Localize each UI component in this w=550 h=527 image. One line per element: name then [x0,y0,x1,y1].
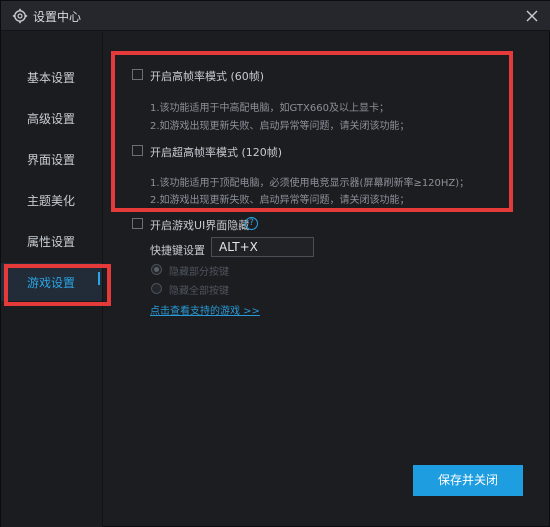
close-icon[interactable] [520,4,544,28]
sidebar-item-label: 属性设置 [27,235,76,249]
save-and-close-button[interactable]: 保存并关闭 [413,465,523,496]
high-fps-note-2: 2.如游戏出现更新失败、启动异常等问题，请关闭该功能； [150,121,410,132]
supported-games-link[interactable]: 点击查看支持的游戏 >> [150,302,260,317]
hide-ui-checkbox[interactable] [132,218,143,229]
settings-gear-icon [12,8,28,24]
sidebar-item-label: 高级设置 [27,112,76,126]
high-fps-label: 开启高帧率模式 (60帧) [150,70,265,83]
sidebar-item-theme[interactable]: 主题美化 [1,181,102,219]
hide-partial-label: 隐藏部分按键 [169,267,229,278]
ultra-fps-checkbox[interactable] [132,145,143,156]
ultra-fps-label: 开启超高帧率模式 (120帧) [150,146,283,159]
active-indicator [98,272,100,285]
sidebar-item-label: 主题美化 [27,194,76,208]
ultra-fps-note-1: 1.该功能适用于顶配电脑，必须使用电竞显示器(屏幕刷新率≥120HZ)； [150,178,470,189]
hotkey-input[interactable]: ALT+X [211,237,314,257]
sidebar-item-basic[interactable]: 基本设置 [1,58,102,96]
hide-all-label: 隐藏全部按键 [169,286,229,297]
settings-window: 设置中心 基本设置 高级设置 界面设置 主题美化 属性设置 游戏设置 开启高帧率… [0,0,550,527]
sidebar-item-properties[interactable]: 属性设置 [1,222,102,260]
hide-partial-radio[interactable] [151,264,162,275]
high-fps-note-1: 1.该功能适用于中高配电脑，如GTX660及以上显卡； [150,103,389,114]
window-title: 设置中心 [33,10,82,24]
title-bar: 设置中心 [1,1,550,31]
help-icon[interactable]: ? [245,217,258,230]
sidebar-item-label: 基本设置 [27,71,76,85]
high-fps-checkbox[interactable] [132,69,143,80]
ultra-fps-note-2: 2.如游戏出现更新失败、启动异常等问题，请关闭该功能； [150,195,410,206]
settings-sidebar: 基本设置 高级设置 界面设置 主题美化 属性设置 游戏设置 [1,32,103,527]
sidebar-item-interface[interactable]: 界面设置 [1,140,102,178]
hide-all-radio[interactable] [151,283,162,294]
sidebar-item-label: 游戏设置 [27,276,76,290]
sidebar-item-label: 界面设置 [27,153,76,167]
sidebar-item-advanced[interactable]: 高级设置 [1,99,102,137]
hide-ui-label: 开启游戏UI界面隐藏 [150,219,250,232]
sidebar-item-game[interactable]: 游戏设置 [1,263,102,301]
hotkey-label: 快捷键设置 [150,244,205,257]
